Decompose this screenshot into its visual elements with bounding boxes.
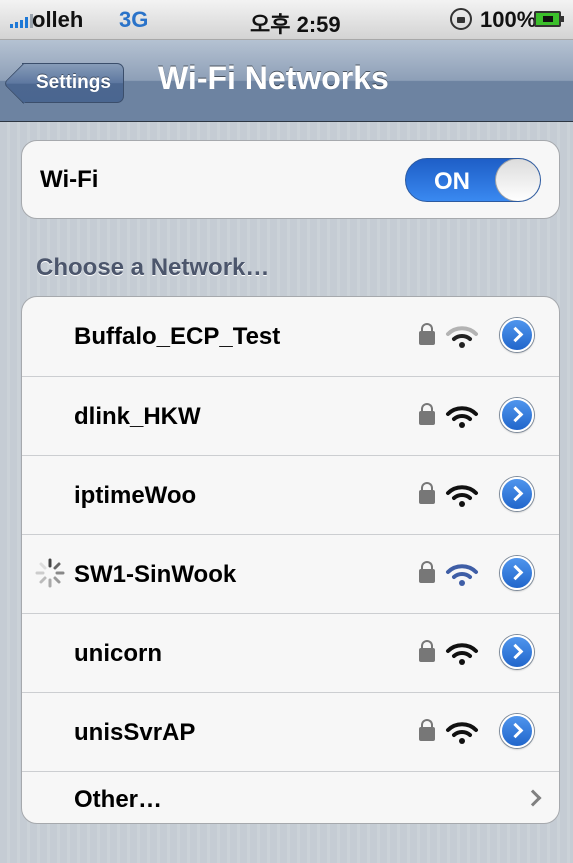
signal-strength-icon — [10, 14, 33, 28]
loading-spinner-icon — [35, 558, 65, 588]
network-name: unicorn — [74, 640, 162, 667]
network-details-button[interactable] — [500, 714, 534, 748]
network-details-button[interactable] — [500, 398, 534, 432]
network-name: SW1-SinWook — [74, 561, 237, 588]
network-details-button[interactable] — [500, 477, 534, 511]
wifi-signal-strong-icon — [446, 485, 478, 507]
navigation-bar: Settings Wi-Fi Networks — [0, 40, 573, 122]
wifi-signal-strong-icon — [446, 722, 478, 744]
chevron-right-icon — [524, 789, 542, 807]
other-network-label: Other… — [74, 786, 163, 813]
wifi-toggle-switch[interactable]: ON — [405, 158, 541, 202]
lock-icon — [419, 403, 435, 425]
wifi-signal-weak-icon — [446, 326, 478, 348]
network-row[interactable]: iptimeWoo — [22, 455, 559, 534]
battery-charging-icon — [534, 11, 564, 27]
network-details-button[interactable] — [500, 318, 534, 352]
lock-icon — [419, 719, 435, 741]
wifi-label: Wi-Fi — [40, 166, 99, 193]
network-type: 3G — [119, 7, 149, 32]
network-row[interactable]: Buffalo_ECP_Test — [22, 297, 559, 376]
toggle-state-label: ON — [434, 168, 470, 195]
wifi-toggle-group: Wi-Fi ON — [21, 140, 560, 219]
lock-icon — [419, 482, 435, 504]
settings-back-button[interactable]: Settings — [22, 63, 124, 103]
lock-icon — [419, 640, 435, 662]
lock-icon — [419, 561, 435, 583]
lock-icon — [419, 323, 435, 345]
section-header: Choose a Network… — [36, 254, 270, 281]
network-row[interactable]: dlink_HKW — [22, 376, 559, 455]
other-network-row[interactable]: Other… — [22, 771, 559, 823]
toggle-knob[interactable] — [495, 159, 540, 201]
network-name: dlink_HKW — [74, 403, 201, 430]
network-row[interactable]: unisSvrAP — [22, 692, 559, 771]
network-list: Buffalo_ECP_Test dlink_HKW iptimeWoo SW1… — [21, 296, 560, 824]
network-details-button[interactable] — [500, 635, 534, 669]
back-button-label: Settings — [36, 72, 111, 93]
carrier-name: olleh — [32, 7, 84, 32]
network-row[interactable]: unicorn — [22, 613, 559, 692]
wifi-signal-strong-icon — [446, 643, 478, 665]
wifi-signal-strong-icon — [446, 406, 478, 428]
network-name: unisSvrAP — [74, 719, 196, 746]
network-row[interactable]: SW1-SinWook — [22, 534, 559, 613]
wifi-signal-strong-icon — [446, 564, 478, 586]
status-time: 오후 2:59 — [250, 12, 341, 37]
battery-percent: 100% — [480, 7, 537, 32]
status-bar: olleh 3G 오후 2:59 100% — [0, 0, 573, 40]
network-details-button[interactable] — [500, 556, 534, 590]
network-name: iptimeWoo — [74, 482, 197, 509]
rotation-lock-icon — [450, 8, 472, 30]
page-title: Wi-Fi Networks — [158, 60, 389, 96]
network-name: Buffalo_ECP_Test — [74, 323, 281, 350]
